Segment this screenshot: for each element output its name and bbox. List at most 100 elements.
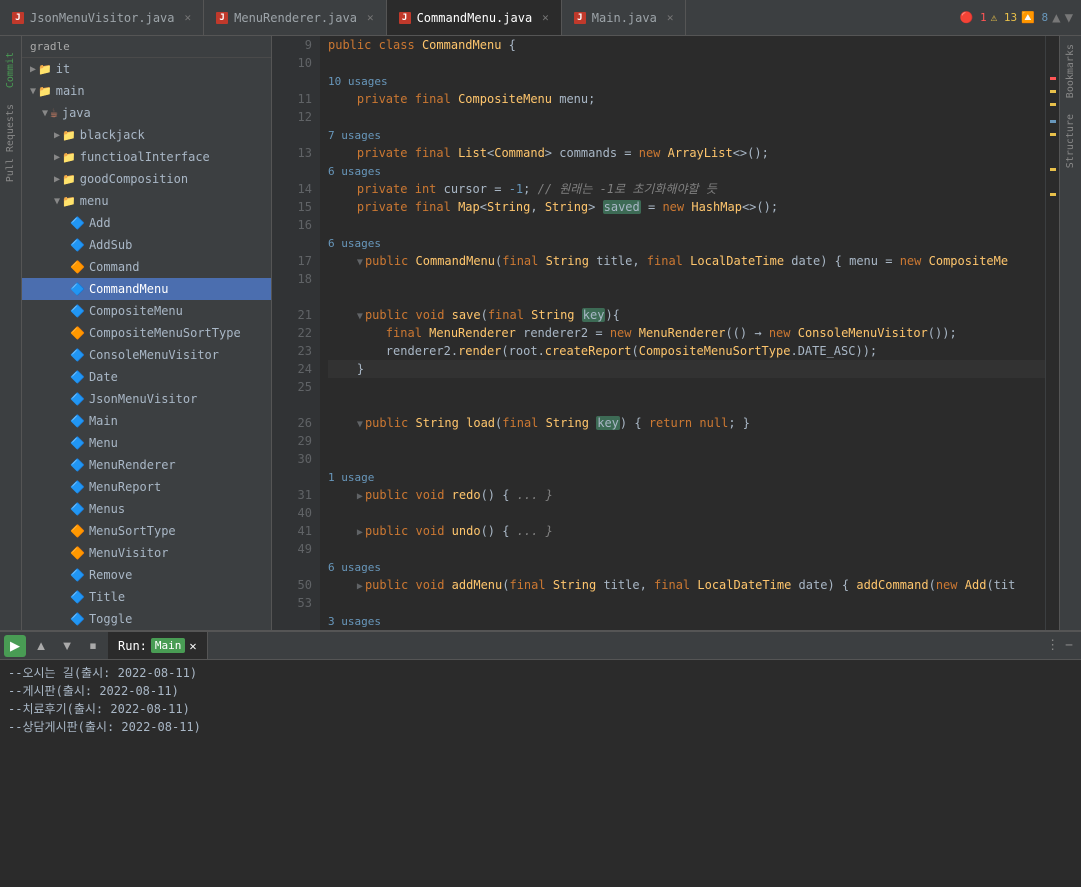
line-num: 10 bbox=[272, 54, 312, 72]
tree-label: AddSub bbox=[89, 238, 132, 252]
code-scroll[interactable]: 9 10 11 12 13 14 15 16 17 18 21 22 bbox=[272, 36, 1059, 630]
tree-label: Menus bbox=[89, 502, 125, 516]
tree-item-menusorttype[interactable]: 🔶 MenuSortType bbox=[22, 520, 271, 542]
code-line bbox=[328, 396, 1045, 414]
project-root-label: gradle bbox=[30, 40, 70, 53]
arrow-icon: ▼ bbox=[42, 108, 48, 119]
java-icon-active: J bbox=[399, 12, 411, 24]
tree-item-menus[interactable]: 🔷 Menus bbox=[22, 498, 271, 520]
minimize-icon[interactable]: − bbox=[1065, 638, 1073, 653]
line-num: 22 bbox=[272, 324, 312, 342]
tree-label: ConsoleMenuVisitor bbox=[89, 348, 219, 362]
tree-item-menu[interactable]: ▼ 📁 menu bbox=[22, 190, 271, 212]
tree-item-menu-class[interactable]: 🔷 Menu bbox=[22, 432, 271, 454]
tree-label: Add bbox=[89, 216, 111, 230]
error-badge: 🔴 1 bbox=[960, 11, 987, 24]
up-button[interactable]: ▲ bbox=[30, 635, 52, 657]
tree-item-compositemenu-sort[interactable]: 🔶 CompositeMenuSortType bbox=[22, 322, 271, 344]
nav-up-icon[interactable]: ▲ bbox=[1052, 10, 1060, 26]
code-content[interactable]: public class CommandMenu { 10 usages pri… bbox=[320, 36, 1045, 630]
tree-container[interactable]: ▶ 📁 it ▼ 📁 main ▼ ☕ java ▶ bbox=[22, 58, 271, 630]
line-num: 50 bbox=[272, 576, 312, 594]
code-line: private final List<Command> commands = n… bbox=[328, 144, 1045, 162]
tree-item-good-composition[interactable]: ▶ 📁 goodComposition bbox=[22, 168, 271, 190]
tree-label: main bbox=[56, 84, 85, 98]
line-num bbox=[272, 72, 312, 90]
code-line bbox=[328, 288, 1045, 306]
tab-json-menu-visitor[interactable]: J JsonMenuVisitor.java ✕ bbox=[0, 0, 204, 35]
tree-item-it[interactable]: ▶ 📁 it bbox=[22, 58, 271, 80]
output-line-1: --오시는 길(출시: 2022-08-11) bbox=[8, 664, 1073, 682]
code-line: private final Map<String, String> saved … bbox=[328, 198, 1045, 216]
more-options-icon[interactable]: ⋮ bbox=[1046, 638, 1059, 653]
pkg-icon: ☕ bbox=[50, 106, 58, 121]
code-line bbox=[328, 540, 1045, 558]
line-num bbox=[272, 162, 312, 180]
class-icon: 🔷 bbox=[70, 502, 85, 516]
stop-button[interactable]: ⏹ bbox=[82, 635, 104, 657]
code-line-active[interactable]: } bbox=[328, 360, 1045, 378]
code-line-usage: 6 usages bbox=[328, 234, 1045, 252]
code-line bbox=[328, 594, 1045, 612]
tree-item-jsonmenuvisitor[interactable]: 🔷 JsonMenuVisitor bbox=[22, 388, 271, 410]
code-line: ▼public void save(final String key){ bbox=[328, 306, 1045, 324]
gutter-warn bbox=[1050, 90, 1056, 93]
bottom-panel: ▶ ▲ ▼ ⏹ Run: Main ✕ ⋮ − --오시는 길(출시: 2022… bbox=[0, 630, 1081, 770]
tree-item-menureport[interactable]: 🔷 MenuReport bbox=[22, 476, 271, 498]
code-line: private final CompositeMenu menu; bbox=[328, 90, 1045, 108]
class-icon: 🔷 bbox=[70, 612, 85, 626]
tree-item-blackjack[interactable]: ▶ 📁 blackjack bbox=[22, 124, 271, 146]
gutter-error bbox=[1050, 77, 1056, 80]
tree-item-command[interactable]: 🔶 Command bbox=[22, 256, 271, 278]
code-line: ▶public void redo() { ... } bbox=[328, 486, 1045, 504]
structure-label[interactable]: Structure bbox=[1063, 106, 1078, 176]
close-tab-icon[interactable]: ✕ bbox=[367, 11, 374, 24]
line-num: 53 bbox=[272, 594, 312, 612]
tree-item-main[interactable]: ▼ 📁 main bbox=[22, 80, 271, 102]
tree-item-date[interactable]: 🔷 Date bbox=[22, 366, 271, 388]
code-line bbox=[328, 270, 1045, 288]
commit-label[interactable]: Commit bbox=[3, 44, 18, 96]
enum-icon: 🔶 bbox=[70, 326, 85, 340]
gutter-info bbox=[1050, 120, 1056, 123]
line-num: 41 bbox=[272, 522, 312, 540]
tree-item-consolemenuvisitor[interactable]: 🔷 ConsoleMenuVisitor bbox=[22, 344, 271, 366]
tree-item-main-class[interactable]: 🔷 Main bbox=[22, 410, 271, 432]
tree-item-functional[interactable]: ▶ 📁 functioalInterface bbox=[22, 146, 271, 168]
close-tab-icon[interactable]: ✕ bbox=[667, 11, 674, 24]
line-num bbox=[272, 288, 312, 306]
play-button[interactable]: ▶ bbox=[4, 635, 26, 657]
tree-item-add[interactable]: 🔷 Add bbox=[22, 212, 271, 234]
code-line bbox=[328, 504, 1045, 522]
pull-requests-label[interactable]: Pull Requests bbox=[3, 96, 18, 190]
line-num bbox=[272, 126, 312, 144]
tree-item-commandmenu[interactable]: 🔷 CommandMenu bbox=[22, 278, 271, 300]
tab-bar: J JsonMenuVisitor.java ✕ J MenuRenderer.… bbox=[0, 0, 1081, 36]
close-run-tab[interactable]: ✕ bbox=[189, 639, 196, 653]
tree-item-remove[interactable]: 🔷 Remove bbox=[22, 564, 271, 586]
tree-item-compositemenu[interactable]: 🔷 CompositeMenu bbox=[22, 300, 271, 322]
tree-item-menuvisitor[interactable]: 🔶 MenuVisitor bbox=[22, 542, 271, 564]
tree-item-addsub[interactable]: 🔷 AddSub bbox=[22, 234, 271, 256]
code-line bbox=[328, 432, 1045, 450]
tree-item-menurenderer[interactable]: 🔷 MenuRenderer bbox=[22, 454, 271, 476]
line-num: 12 bbox=[272, 108, 312, 126]
tree-item-java[interactable]: ▼ ☕ java bbox=[22, 102, 271, 124]
bookmarks-label[interactable]: Bookmarks bbox=[1063, 36, 1078, 106]
line-num: 49 bbox=[272, 540, 312, 558]
tab-run[interactable]: Run: Main ✕ bbox=[108, 632, 208, 659]
bottom-content[interactable]: --오시는 길(출시: 2022-08-11) --게시판(출시: 2022-0… bbox=[0, 660, 1081, 770]
down-button[interactable]: ▼ bbox=[56, 635, 78, 657]
tree-item-title[interactable]: 🔷 Title bbox=[22, 586, 271, 608]
tab-command-menu[interactable]: J CommandMenu.java ✕ bbox=[387, 0, 562, 35]
tab-menu-renderer[interactable]: J MenuRenderer.java ✕ bbox=[204, 0, 386, 35]
close-tab-icon[interactable]: ✕ bbox=[185, 11, 192, 24]
tab-main[interactable]: J Main.java ✕ bbox=[562, 0, 687, 35]
tree-item-toggle[interactable]: 🔷 Toggle bbox=[22, 608, 271, 630]
tree-label: Main bbox=[89, 414, 118, 428]
code-line bbox=[328, 108, 1045, 126]
nav-down-icon[interactable]: ▼ bbox=[1065, 10, 1073, 26]
tab-label: Main.java bbox=[592, 11, 657, 25]
close-tab-icon[interactable]: ✕ bbox=[542, 11, 549, 24]
line-num: 18 bbox=[272, 270, 312, 288]
